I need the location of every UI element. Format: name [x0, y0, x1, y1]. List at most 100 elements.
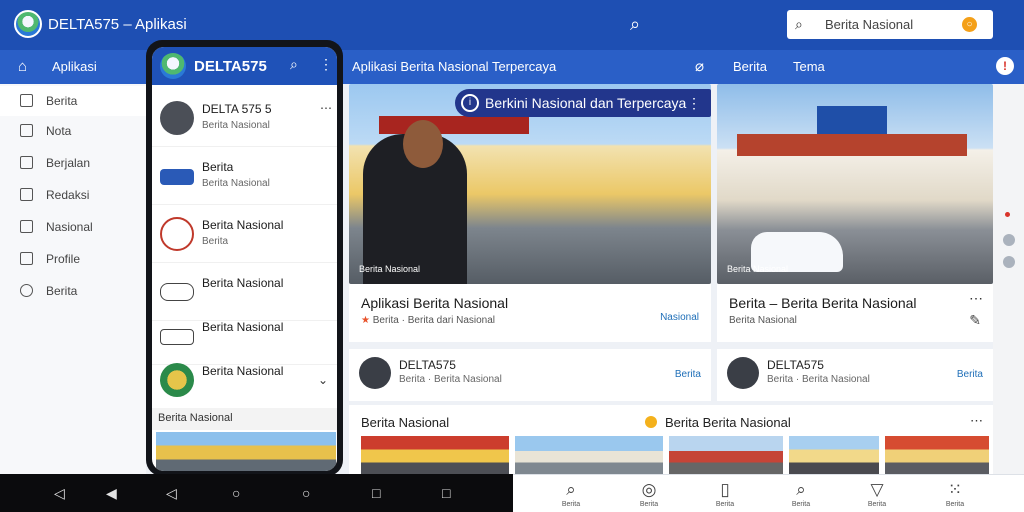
- section-title: Berita Nasional: [361, 415, 450, 430]
- card-title: Aplikasi Berita Nasional: [361, 295, 509, 311]
- overlay-banner[interactable]: i Berkini Nasional dan Terpercaya ⋮: [455, 89, 711, 117]
- rail-icon[interactable]: [1003, 256, 1015, 268]
- sidebar-item-label: Berjalan: [46, 156, 91, 170]
- editor-icon: [20, 188, 33, 201]
- more-icon[interactable]: ⋯: [970, 413, 983, 429]
- sidebar-item-redaksi[interactable]: Redaksi: [0, 180, 146, 210]
- author-row[interactable]: DELTA575 Berita · Berita Nasional Berita: [349, 349, 711, 401]
- phone-header: DELTA575 ⌕ ⋮: [152, 47, 337, 85]
- news-thumbnail[interactable]: [515, 436, 663, 474]
- signboard: [379, 116, 529, 134]
- sidebar-item-label: Berita: [46, 94, 78, 108]
- chat-item[interactable]: DELTA 575 5 Berita Nasional ⋯: [152, 91, 337, 147]
- chat-subtitle: Berita Nasional: [202, 178, 270, 189]
- chat-item[interactable]: Berita Berita Nasional: [152, 149, 337, 205]
- nav-berita[interactable]: Berita: [733, 59, 767, 74]
- news-thumbnail[interactable]: [669, 436, 783, 474]
- news-thumbnail[interactable]: [361, 436, 509, 474]
- home-icon[interactable]: ○: [302, 485, 310, 501]
- chat-item[interactable]: Berita Nasional ⌄: [152, 353, 337, 409]
- back-icon[interactable]: ◀: [106, 485, 117, 502]
- sidebar-item-nota[interactable]: Nota: [0, 116, 146, 146]
- avatar: [160, 169, 194, 185]
- news-thumbnail[interactable]: [885, 436, 989, 474]
- bottom-navigation: ⌕ Berita ◎ Berita ▯ Berita ⌕ Berita ▽ Be…: [513, 474, 1024, 512]
- bottom-nav-chat[interactable]: ▽ Berita: [847, 479, 907, 512]
- nav-tema[interactable]: Tema: [793, 59, 825, 74]
- bottom-nav-grid[interactable]: ⁙ Berita: [925, 479, 985, 512]
- more-icon[interactable]: ⋯: [320, 101, 332, 115]
- chevron-down-icon[interactable]: ⌄: [318, 373, 328, 387]
- sidebar-item-profile[interactable]: Profile: [0, 244, 146, 274]
- recents-icon[interactable]: □: [442, 485, 450, 501]
- author-row[interactable]: DELTA575 Berita · Berita Nasional Berita: [717, 349, 993, 401]
- microphone-icon: [160, 217, 194, 251]
- sidebar-item-berjalan[interactable]: Berjalan: [0, 148, 146, 178]
- explore-icon: ⌕: [796, 480, 806, 499]
- note-icon: [20, 124, 33, 137]
- follow-button[interactable]: Berita: [675, 369, 701, 380]
- card-meta-text: Berita · Berita dari Nasional: [372, 315, 496, 326]
- author-desc: Berita · Berita Nasional: [399, 374, 502, 385]
- chat-item[interactable]: Berita Nasional Berita: [152, 207, 337, 263]
- phone-section-header: Berita Nasional: [152, 408, 337, 430]
- sidebar-item-label: Nasional: [46, 220, 93, 234]
- trending-icon: ★: [361, 315, 373, 326]
- sidebar-item-berita-chat[interactable]: Berita: [0, 276, 146, 306]
- rail-icon[interactable]: [1003, 234, 1015, 246]
- back-icon[interactable]: ◁: [166, 485, 177, 502]
- bottom-nav-record[interactable]: ◎ Berita: [619, 479, 679, 512]
- news-thumbnail[interactable]: [789, 436, 879, 474]
- roof: [737, 134, 967, 156]
- bottom-nav-search[interactable]: ⌕ Berita: [541, 479, 601, 512]
- sidebar-item-nasional[interactable]: Nasional: [0, 212, 146, 242]
- back-icon[interactable]: ◁: [54, 485, 65, 502]
- card-title: Berita – Berita Berita Nasional: [729, 295, 917, 311]
- more-icon[interactable]: ⋮: [687, 95, 701, 112]
- right-rail: [993, 84, 1024, 474]
- news-thumbnail[interactable]: [156, 432, 336, 471]
- card-category[interactable]: Nasional: [660, 312, 699, 323]
- sidebar-item-label: Profile: [46, 252, 81, 266]
- avatar: [160, 363, 194, 397]
- news-strip: Berita Nasional Berita Berita Nasional ⋯: [349, 405, 993, 474]
- recents-icon[interactable]: □: [372, 485, 380, 501]
- author-name: DELTA575: [767, 358, 824, 372]
- sidebar-item-berita[interactable]: Berita: [0, 86, 146, 116]
- bottom-nav-label: Berita: [791, 501, 811, 508]
- follow-button[interactable]: Berita: [957, 369, 983, 380]
- coin-icon[interactable]: ○: [962, 17, 977, 32]
- chat-name: Berita: [202, 160, 234, 174]
- image-credit: Berita Nasional: [359, 264, 421, 274]
- home-icon[interactable]: ⌂: [18, 58, 27, 75]
- share-icon[interactable]: ⌀: [695, 57, 704, 75]
- search-icon: ⌕: [795, 16, 803, 32]
- home-icon[interactable]: ○: [232, 485, 240, 501]
- section-title: Berita Berita Nasional: [665, 415, 791, 430]
- news-card[interactable]: Berita – Berita Berita Nasional Berita N…: [717, 284, 993, 342]
- card-meta: ★ Berita · Berita dari Nasional: [361, 315, 495, 326]
- car-icon: [160, 329, 194, 345]
- phone-mockup: DELTA575 ⌕ ⋮ DELTA 575 5 Berita Nasional…: [146, 40, 343, 476]
- search-input[interactable]: ⌕ Berita Nasional ○: [787, 10, 993, 39]
- bottom-nav-explore[interactable]: ⌕ Berita: [771, 479, 831, 512]
- search-icon[interactable]: ⌕: [630, 14, 640, 35]
- alert-icon[interactable]: !: [996, 57, 1014, 75]
- more-icon[interactable]: ⋯: [969, 290, 983, 307]
- news-icon: [20, 94, 33, 107]
- phone-screen: DELTA575 ⌕ ⋮ DELTA 575 5 Berita Nasional…: [152, 47, 337, 471]
- chat-name: Berita Nasional: [202, 276, 284, 290]
- edit-icon[interactable]: ✎: [969, 312, 981, 329]
- bottom-nav-label: Berita: [715, 501, 735, 508]
- bottom-nav-doc[interactable]: ▯ Berita: [695, 479, 755, 512]
- chat-name: Berita Nasional: [202, 320, 284, 334]
- more-icon[interactable]: ⋮: [319, 56, 333, 73]
- news-card[interactable]: Aplikasi Berita Nasional ★ Berita · Beri…: [349, 284, 711, 342]
- search-placeholder: Berita Nasional: [825, 17, 914, 32]
- search-icon[interactable]: ⌕: [290, 56, 298, 73]
- nav-app-label[interactable]: Aplikasi: [52, 59, 97, 74]
- hero-image[interactable]: Berita Nasional: [717, 84, 993, 284]
- person-head: [403, 120, 443, 168]
- grid-icon: ⁙: [947, 480, 963, 499]
- flag-icon: [20, 220, 33, 233]
